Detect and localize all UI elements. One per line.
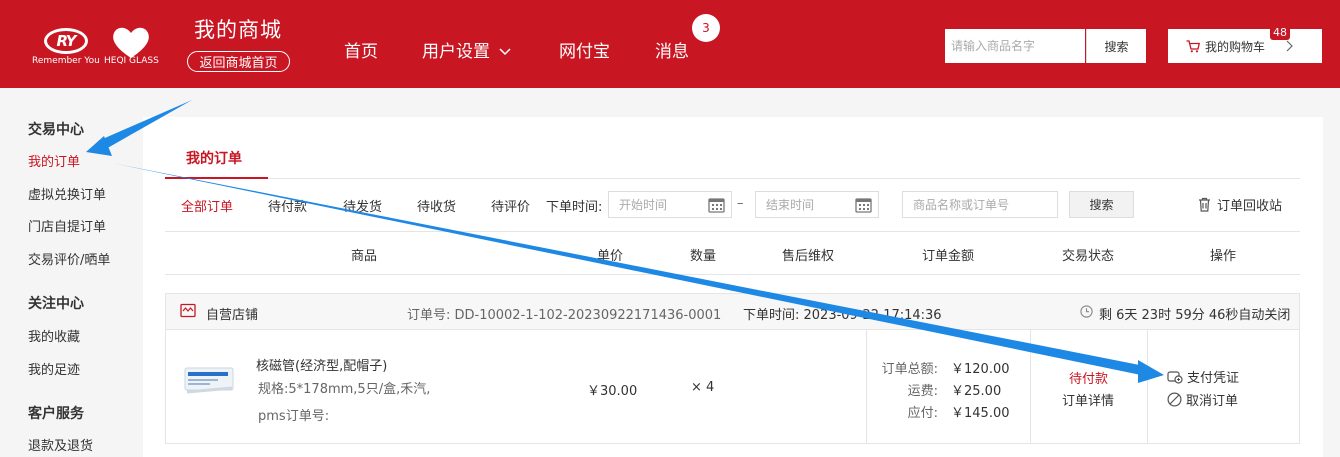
- column-header-product: 商品: [351, 249, 378, 264]
- column-header-actions: 操作: [1210, 249, 1237, 264]
- column-header-unit-price: 单价: [597, 249, 624, 264]
- sidebar-item-refunds[interactable]: 退款及退货: [28, 435, 93, 454]
- column-header-after-sales: 售后维权: [782, 249, 835, 264]
- sidebar-item-reviews[interactable]: 交易评价/晒单: [28, 249, 110, 268]
- clock-icon: [1080, 305, 1093, 318]
- product-unit-price: ￥30.00: [587, 384, 638, 399]
- product-name[interactable]: 核磁管(经济型,配帽子): [256, 355, 387, 374]
- chevron-down-icon: [499, 48, 511, 56]
- order-col-divider: [1030, 330, 1031, 444]
- order-search-button[interactable]: 搜索: [1069, 191, 1134, 218]
- sidebar-section-follow: 关注中心: [28, 296, 84, 312]
- tab-my-orders[interactable]: 我的订单: [186, 148, 242, 168]
- nav-wangfubao[interactable]: 网付宝: [559, 37, 610, 62]
- heqi-logo-caption: HEQI GLASS: [104, 56, 159, 66]
- order-time: 下单时间: 2023-09-22 17:14:36: [743, 308, 942, 323]
- order-keyword-input[interactable]: [902, 191, 1058, 218]
- end-date-placeholder: 结束时间: [766, 198, 815, 212]
- sidebar-item-virtual-orders[interactable]: 虚拟兑换订单: [28, 184, 106, 203]
- sidebar-item-footprints[interactable]: 我的足迹: [28, 359, 80, 378]
- calendar-icon: [708, 198, 725, 213]
- order-store-name[interactable]: 自营店铺: [206, 304, 258, 323]
- back-home-button[interactable]: 返回商城首页: [187, 51, 290, 72]
- store-title: 我的商城: [194, 18, 282, 42]
- cancel-order-label: 取消订单: [1186, 394, 1239, 409]
- recycle-bin-label: 订单回收站: [1217, 199, 1283, 214]
- calendar-icon: [855, 198, 872, 213]
- column-header-quantity: 数量: [690, 249, 717, 264]
- filter-pending-shipment[interactable]: 待发货: [343, 196, 382, 215]
- end-date-picker[interactable]: 结束时间: [755, 191, 879, 218]
- sidebar-section-service: 客户服务: [28, 406, 84, 422]
- header-search-button[interactable]: 搜索: [1086, 29, 1146, 63]
- nav-user-settings[interactable]: 用户设置: [422, 37, 511, 62]
- tab-active-underline: [165, 177, 268, 179]
- ry-logo-caption: Remember You: [32, 56, 100, 66]
- order-recycle-bin-link[interactable]: 订单回收站: [1198, 195, 1282, 214]
- cart-label: 我的购物车: [1205, 39, 1266, 54]
- cancel-circle-icon: [1167, 392, 1182, 407]
- column-header-order-amount: 订单金额: [922, 249, 975, 264]
- product-thumbnail[interactable]: [182, 360, 237, 400]
- cart-count-badge: 48: [1270, 26, 1290, 40]
- order-col-divider: [866, 330, 867, 444]
- chevron-right-icon: [1286, 40, 1293, 52]
- tab-divider: [165, 178, 1300, 179]
- order-detail-link[interactable]: 订单详情: [1062, 390, 1114, 409]
- sidebar-section-trade: 交易中心: [28, 122, 84, 138]
- date-range-separator: –: [737, 196, 744, 211]
- filter-all-orders[interactable]: 全部订单: [181, 196, 233, 215]
- product-pms-order-no: pms订单号:: [258, 409, 330, 424]
- order-number: 订单号: DD-10002-1-102-20230922171436-0001: [407, 308, 722, 323]
- nav-user-settings-label: 用户设置: [422, 42, 490, 62]
- nav-messages[interactable]: 消息: [655, 37, 689, 62]
- orders-table-header: [165, 231, 1300, 275]
- filter-pending-payment[interactable]: 待付款: [268, 196, 307, 215]
- column-header-status: 交易状态: [1062, 249, 1115, 264]
- payment-proof-button[interactable]: 支付凭证: [1167, 367, 1239, 386]
- payment-voucher-icon: [1167, 370, 1183, 384]
- order-auto-close-countdown: 剩 6天 23时 59分 46秒自动关闭: [1099, 308, 1291, 323]
- start-date-picker[interactable]: 开始时间: [608, 191, 732, 218]
- order-status: 待付款: [1069, 372, 1109, 387]
- heqi-heart-logo-icon[interactable]: [110, 24, 152, 60]
- filter-pending-receipt[interactable]: 待收货: [417, 196, 456, 215]
- nav-home[interactable]: 首页: [344, 37, 378, 62]
- order-col-divider: [1147, 330, 1148, 444]
- order-total-label: 订单总额:: [881, 362, 938, 377]
- payment-proof-label: 支付凭证: [1187, 371, 1240, 386]
- filter-pending-review[interactable]: 待评价: [491, 196, 530, 215]
- message-count-badge: 3: [692, 14, 720, 42]
- store-icon: [180, 303, 196, 318]
- shipping-value: ￥25.00: [951, 384, 1002, 399]
- trash-icon: [1199, 197, 1210, 212]
- product-search-input[interactable]: [945, 29, 1085, 63]
- cart-button[interactable]: 我的购物车: [1168, 29, 1322, 63]
- start-date-placeholder: 开始时间: [619, 198, 668, 212]
- payable-label: 应付:: [907, 406, 938, 421]
- cancel-order-button[interactable]: 取消订单: [1167, 390, 1238, 409]
- shipping-label: 运费:: [907, 384, 938, 399]
- product-quantity: × 4: [691, 380, 715, 395]
- cart-icon: [1186, 39, 1200, 52]
- sidebar-item-my-orders[interactable]: 我的订单: [28, 151, 80, 170]
- payable-value: ￥145.00: [951, 406, 1010, 421]
- order-time-label: 下单时间:: [546, 200, 603, 215]
- sidebar-item-favorites[interactable]: 我的收藏: [28, 326, 80, 345]
- sidebar-item-pickup-orders[interactable]: 门店自提订单: [28, 216, 106, 235]
- sidebar: [0, 88, 143, 457]
- ry-logo-mark: RY: [44, 28, 88, 54]
- product-spec: 规格:5*178mm,5只/盒,禾汽,: [258, 382, 431, 397]
- order-total-value: ￥120.00: [951, 362, 1010, 377]
